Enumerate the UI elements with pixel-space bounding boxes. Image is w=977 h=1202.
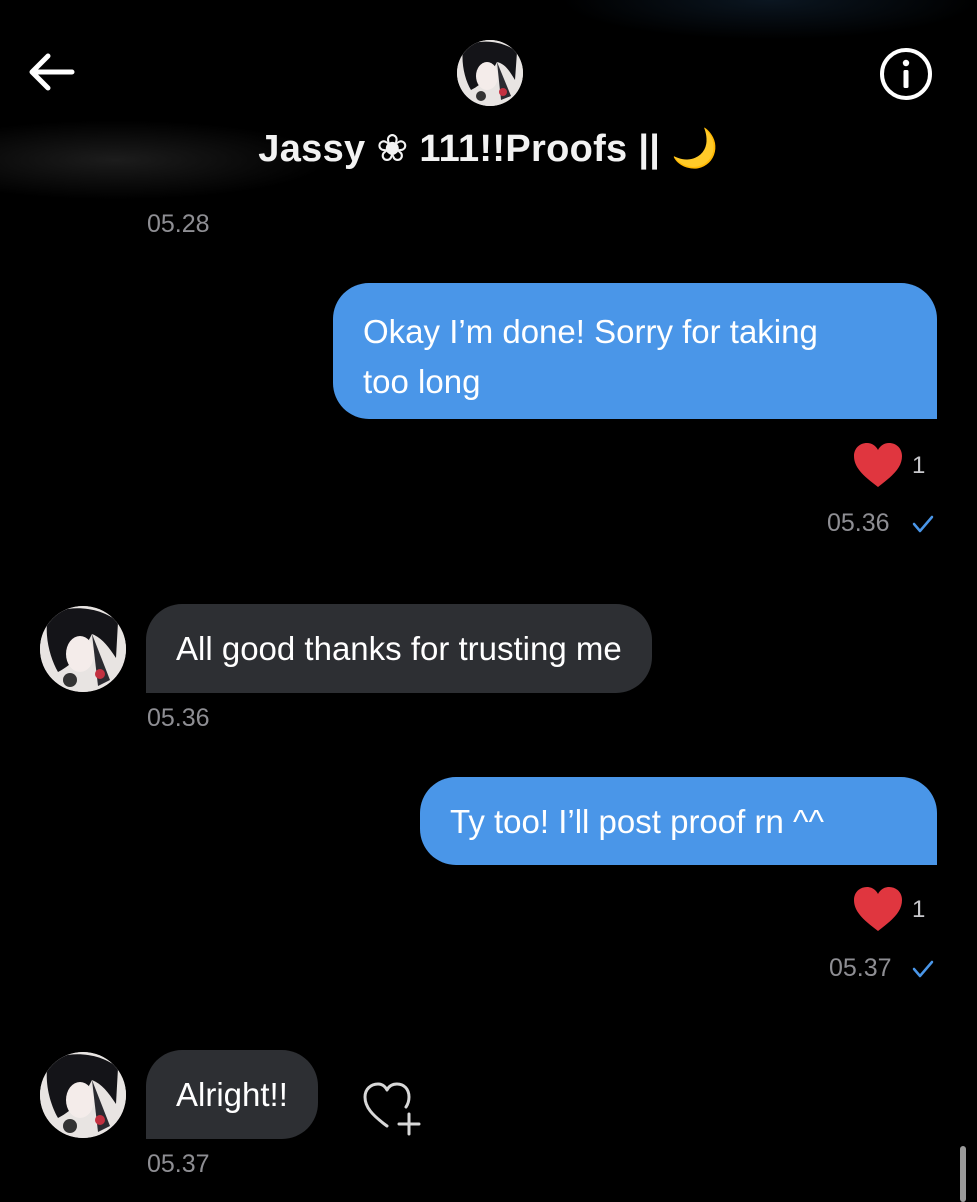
message-timestamp: 05.28: [147, 210, 210, 238]
scrollbar[interactable]: [960, 1146, 966, 1202]
avatar-image: [40, 1052, 126, 1138]
avatar-image: [40, 606, 126, 692]
message-timestamp: 05.36: [827, 509, 890, 537]
sender-avatar[interactable]: [40, 1052, 126, 1138]
header-avatar[interactable]: [457, 40, 523, 106]
outgoing-message-bubble[interactable]: Okay I’m done! Sorry for taking too long: [333, 283, 937, 419]
top-glow-decoration: [560, 0, 977, 40]
message-text: Ty too! I’ll post proof rn ^^: [450, 803, 824, 840]
checkmark-icon: [912, 960, 934, 978]
incoming-message-bubble[interactable]: All good thanks for trusting me: [146, 604, 652, 693]
reaction-count: 1: [912, 452, 926, 479]
message-text-line: too long: [363, 363, 481, 400]
message-timestamp: 05.37: [829, 954, 892, 982]
sender-avatar[interactable]: [40, 606, 126, 692]
info-circle-icon: [880, 48, 932, 100]
info-button[interactable]: [878, 46, 934, 102]
checkmark-icon: [912, 515, 934, 533]
heart-icon[interactable]: [852, 441, 904, 489]
outgoing-message-bubble[interactable]: Ty too! I’ll post proof rn ^^: [420, 777, 937, 865]
incoming-message-bubble[interactable]: Alright!!: [146, 1050, 318, 1139]
back-button[interactable]: [26, 52, 76, 92]
arrow-left-icon: [29, 53, 75, 91]
message-text: Alright!!: [176, 1076, 288, 1113]
avatar-image: [457, 40, 523, 106]
heart-plus-icon[interactable]: [362, 1080, 424, 1140]
message-text-line: Okay I’m done! Sorry for taking: [363, 313, 818, 350]
heart-icon[interactable]: [852, 885, 904, 933]
message-text: All good thanks for trusting me: [176, 630, 622, 667]
reaction-count: 1: [912, 896, 926, 923]
message-timestamp: 05.36: [147, 704, 210, 732]
message-timestamp: 05.37: [147, 1150, 210, 1178]
conversation-title[interactable]: Jassy ❀ 111!!Proofs || 🌙: [0, 126, 977, 171]
